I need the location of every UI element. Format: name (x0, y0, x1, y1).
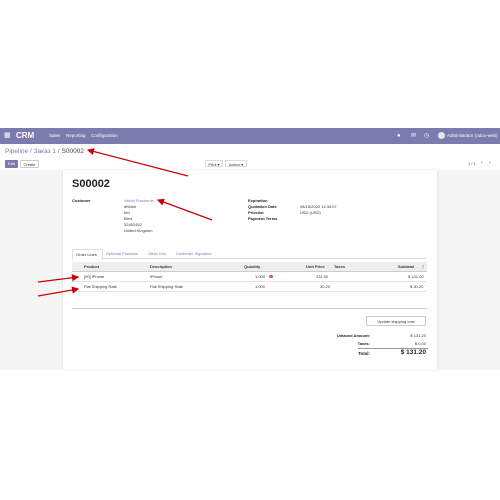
breadcrumb-current: S00002 (61, 148, 84, 155)
apps-menu-icon[interactable]: ▦ (4, 132, 12, 140)
untaxed-amount-label: Untaxed Amount: (336, 333, 370, 338)
row-subtotal: $ 30.20 (410, 284, 424, 289)
column-taxes[interactable]: Taxes (334, 262, 345, 271)
column-description[interactable]: Description (150, 262, 172, 271)
row-description: Flat Shipping Rate (150, 284, 183, 289)
order-lines-header: Product Description Quantity Unit Price … (72, 262, 427, 272)
menu-sales[interactable]: Sales (49, 132, 60, 140)
avatar[interactable] (438, 132, 445, 139)
clock-icon[interactable]: ◷ (424, 132, 429, 140)
total-label: Total: (358, 351, 370, 356)
table-row[interactable]: [00] iPhone iPhone 1.000 ! 131.00 $ 131.… (72, 272, 427, 282)
pager-next-icon[interactable]: › (489, 160, 491, 167)
create-button[interactable]: Create (20, 160, 39, 168)
app-brand[interactable]: CRM (16, 130, 34, 142)
tab-other-info[interactable]: Other Info (148, 249, 166, 258)
row-quantity: 1.000 (255, 274, 266, 279)
pager-value[interactable]: 1 / 1 (468, 160, 476, 167)
untaxed-amount-value: $ 131.20 (410, 333, 426, 338)
top-navbar: ▦ CRM Sales Reporting Configuration ● ✉ … (0, 128, 500, 144)
action-label: Action (228, 162, 240, 167)
table-row[interactable]: Flat Shipping Rate Flat Shipping Rate 1.… (72, 282, 427, 292)
breadcrumb-lead[interactable]: Заказ 1 (34, 148, 56, 155)
total-value: $ 131.20 (400, 349, 426, 356)
print-dropdown[interactable]: Print ▾ (205, 160, 223, 167)
tab-order-lines[interactable]: Order Lines (72, 249, 103, 260)
taxes-value: $ 0.00 (414, 341, 426, 346)
column-options-icon[interactable]: ⋮ (421, 262, 425, 271)
breadcrumb-pipeline[interactable]: Pipeline (5, 148, 28, 155)
column-quantity[interactable]: Quantity (244, 262, 260, 271)
row-quantity: 1.000 (255, 284, 266, 289)
row-unit-price: 30.20 (320, 284, 331, 289)
tabs-underline (72, 258, 427, 259)
menu-configuration[interactable]: Configuration (91, 132, 118, 140)
row-description: iPhone (150, 274, 163, 279)
menu-reporting[interactable]: Reporting (66, 132, 86, 140)
messages-icon[interactable]: ✉ (411, 132, 416, 140)
column-subtotal[interactable]: Subtotal (398, 262, 414, 271)
pager-previous-icon[interactable]: ‹ (481, 160, 483, 167)
customer-label: Customer (72, 198, 91, 203)
pricelist-value: USD (USD) (300, 210, 321, 215)
row-product: Flat Shipping Rate (84, 284, 117, 289)
edit-button[interactable]: Edit (5, 160, 18, 168)
address-line-5: United Kingdom (124, 228, 153, 233)
taxes-label: Taxes: (357, 341, 370, 346)
payment-terms-label: Payment Terms (248, 216, 278, 221)
tab-optional-products[interactable]: Optional Products (106, 249, 138, 258)
column-product[interactable]: Product (84, 262, 99, 271)
action-dropdown[interactable]: Action ▾ (225, 160, 247, 167)
tab-customer-signature[interactable]: Customer Signature (176, 249, 212, 258)
table-bottom-rule (72, 308, 427, 309)
order-title: S00002 (72, 178, 110, 190)
stock-warning-icon[interactable]: ! (269, 274, 273, 279)
breadcrumb: Pipeline / Заказ 1 / S00002 (5, 147, 84, 157)
activity-icon[interactable]: ● (397, 132, 401, 140)
print-label: Print (208, 162, 217, 167)
row-subtotal: $ 131.00 (408, 274, 424, 279)
column-unit-price[interactable]: Unit Price (306, 262, 325, 271)
user-menu[interactable]: Administrator (odoo-web) (447, 132, 498, 140)
row-unit-price: 131.00 (316, 274, 329, 279)
update-shipping-button[interactable]: Update shipping cost (366, 316, 426, 326)
row-product: [00] iPhone (84, 274, 105, 279)
